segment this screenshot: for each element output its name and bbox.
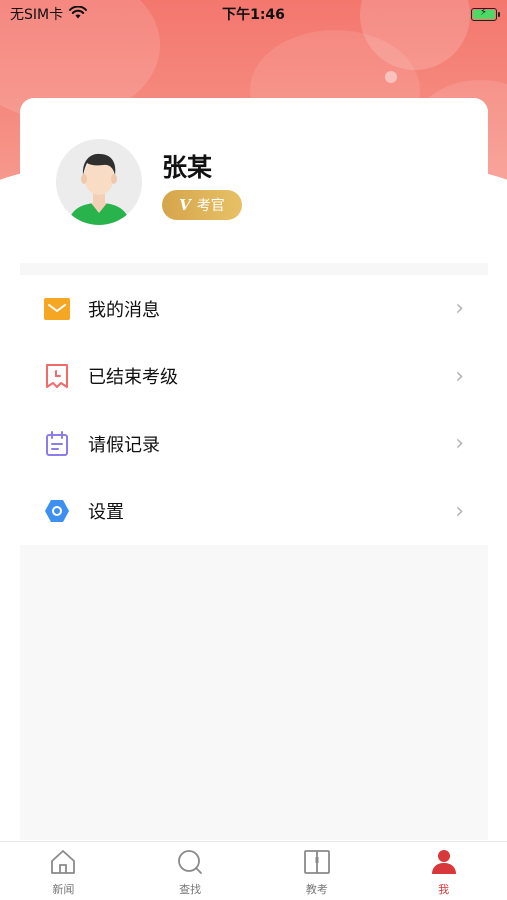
mail-icon (44, 296, 70, 322)
gear-hexagon-icon (44, 498, 70, 524)
tab-news[interactable]: 新闻 (0, 842, 127, 900)
empty-content-area (20, 545, 488, 840)
chevron-right-icon: › (455, 498, 464, 524)
decor-dot (385, 71, 397, 83)
section-divider (20, 263, 488, 275)
bottom-tab-bar: 新闻 查找 教考 我 (0, 841, 507, 900)
tab-teach-exam[interactable]: 教考 (254, 842, 381, 900)
menu-item-settings[interactable]: 设置 › (20, 478, 488, 546)
tab-me[interactable]: 我 (380, 842, 507, 900)
tab-label: 查找 (179, 883, 202, 896)
chevron-right-icon: › (455, 296, 464, 322)
battery-icon: ⚡ (471, 7, 500, 21)
tab-label: 教考 (305, 883, 328, 896)
profile-card: 张某 V 考官 (20, 98, 488, 263)
tab-label: 新闻 (52, 883, 75, 896)
ticket-clock-icon (44, 363, 70, 389)
status-bar: 无SIM卡 下午1:46 ⚡ (0, 0, 507, 28)
menu-item-finished-exams[interactable]: 已结束考级 › (20, 343, 488, 411)
menu-item-label: 请假记录 (88, 434, 160, 456)
tab-search[interactable]: 查找 (127, 842, 254, 900)
menu-item-messages[interactable]: 我的消息 › (20, 275, 488, 343)
carrier-text: 无SIM卡 (10, 7, 64, 23)
user-icon (430, 849, 458, 879)
menu-item-label: 设置 (88, 502, 124, 524)
role-badge-label: 考官 (196, 198, 225, 214)
wifi-icon (69, 5, 88, 23)
user-name: 张某 (162, 153, 213, 182)
profile-menu: 我的消息 › 已结束考级 › 请假记录 › 设置 › (20, 275, 488, 545)
v-badge-icon: V (179, 196, 191, 214)
home-icon (49, 849, 77, 879)
search-icon (176, 849, 204, 879)
menu-item-label: 已结束考级 (88, 367, 178, 389)
chevron-right-icon: › (455, 431, 464, 457)
chevron-right-icon: › (455, 363, 464, 389)
avatar[interactable] (56, 139, 142, 225)
tab-label: 我 (438, 883, 450, 896)
book-icon (303, 849, 331, 879)
calendar-note-icon (44, 430, 70, 457)
menu-item-leave-records[interactable]: 请假记录 › (20, 410, 488, 478)
status-left: 无SIM卡 (10, 4, 88, 24)
avatar-person-icon (56, 139, 142, 225)
menu-item-label: 我的消息 (88, 299, 160, 321)
role-badge: V 考官 (162, 190, 242, 220)
